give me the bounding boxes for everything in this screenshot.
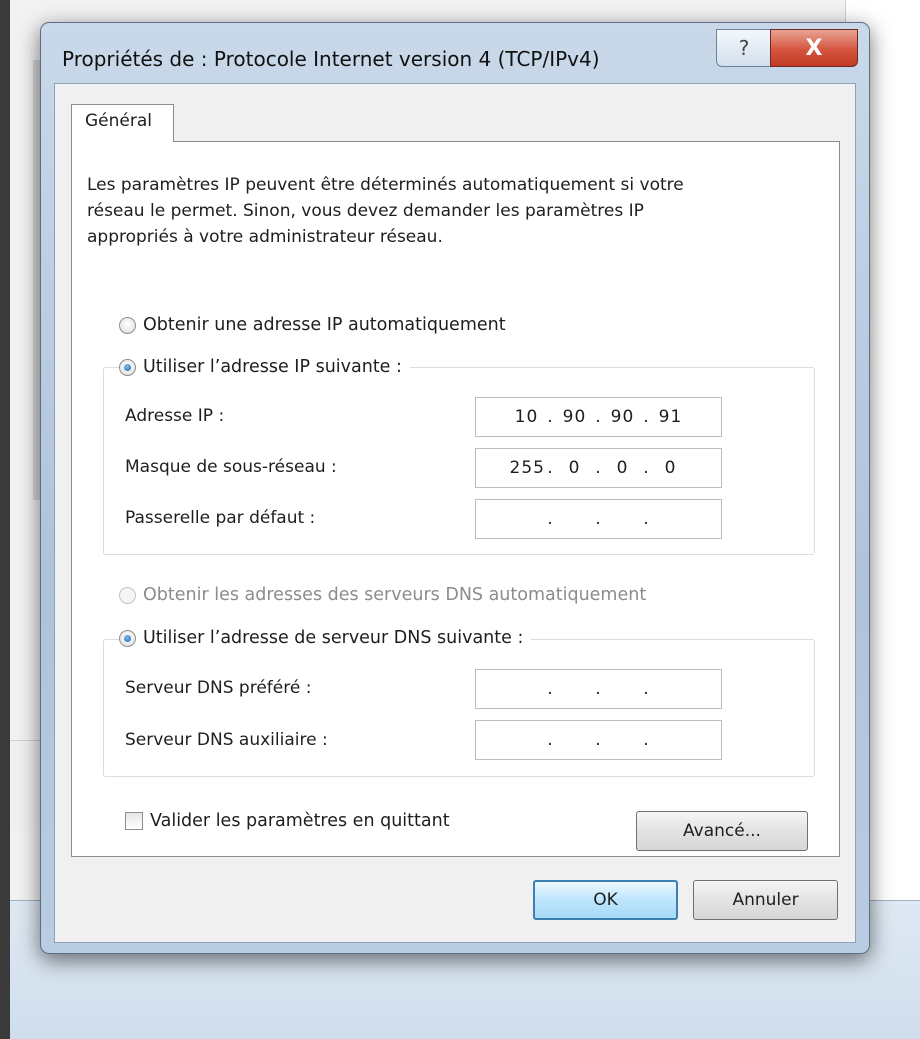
ip-address-label: Adresse IP : bbox=[125, 406, 225, 426]
dialog-client-area: Général Les paramètres IP peuvent être d… bbox=[54, 83, 856, 943]
help-icon: ? bbox=[738, 36, 750, 60]
alternate-dns-field[interactable]: ... bbox=[475, 720, 722, 760]
tab-general[interactable]: Général bbox=[71, 104, 174, 142]
help-button[interactable]: ? bbox=[716, 29, 772, 67]
alternate-dns-label: Serveur DNS auxiliaire : bbox=[125, 730, 328, 750]
subnet-mask-field[interactable]: 255. 0. 0. 0 bbox=[475, 448, 722, 488]
default-gateway-label: Passerelle par défaut : bbox=[125, 508, 316, 528]
preferred-dns-label: Serveur DNS préféré : bbox=[125, 678, 312, 698]
cancel-button[interactable]: Annuler bbox=[693, 880, 838, 920]
close-icon: X bbox=[805, 35, 823, 61]
dns-manual-radio[interactable] bbox=[119, 629, 136, 647]
close-button[interactable]: X bbox=[770, 29, 858, 67]
ip-auto-radio[interactable] bbox=[119, 316, 136, 334]
ip-manual-label: Utiliser l’adresse IP suivante : bbox=[143, 357, 402, 377]
ip-manual-radio[interactable] bbox=[119, 358, 136, 376]
validate-settings-row[interactable]: Valider les paramètres en quittant bbox=[125, 811, 450, 831]
dialog-title: Propriétés de : Protocole Internet versi… bbox=[62, 47, 600, 71]
subnet-mask-label: Masque de sous-réseau : bbox=[125, 457, 337, 477]
ok-button[interactable]: OK bbox=[533, 880, 678, 920]
dns-manual-radio-row[interactable]: Utiliser l’adresse de serveur DNS suivan… bbox=[119, 628, 532, 648]
ip-auto-label: Obtenir une adresse IP automatiquement bbox=[143, 315, 506, 335]
dns-manual-label: Utiliser l’adresse de serveur DNS suivan… bbox=[143, 628, 524, 648]
ip-address-field[interactable]: 10. 90. 90. 91 bbox=[475, 397, 722, 437]
ip-manual-radio-row[interactable]: Utiliser l’adresse IP suivante : bbox=[119, 357, 410, 377]
advanced-button[interactable]: Avancé... bbox=[636, 811, 808, 851]
validate-settings-label: Valider les paramètres en quittant bbox=[150, 811, 450, 831]
tcpip-properties-dialog: Propriétés de : Protocole Internet versi… bbox=[40, 22, 870, 954]
dns-auto-label: Obtenir les adresses des serveurs DNS au… bbox=[143, 585, 647, 605]
dns-auto-radio[interactable] bbox=[119, 586, 136, 604]
default-gateway-field[interactable]: ... bbox=[475, 499, 722, 539]
ip-auto-radio-row[interactable]: Obtenir une adresse IP automatiquement bbox=[119, 315, 514, 335]
preferred-dns-field[interactable]: ... bbox=[475, 669, 722, 709]
validate-settings-checkbox[interactable] bbox=[125, 812, 143, 830]
intro-text: Les paramètres IP peuvent être déterminé… bbox=[87, 175, 684, 247]
dns-auto-radio-row[interactable]: Obtenir les adresses des serveurs DNS au… bbox=[119, 585, 655, 605]
